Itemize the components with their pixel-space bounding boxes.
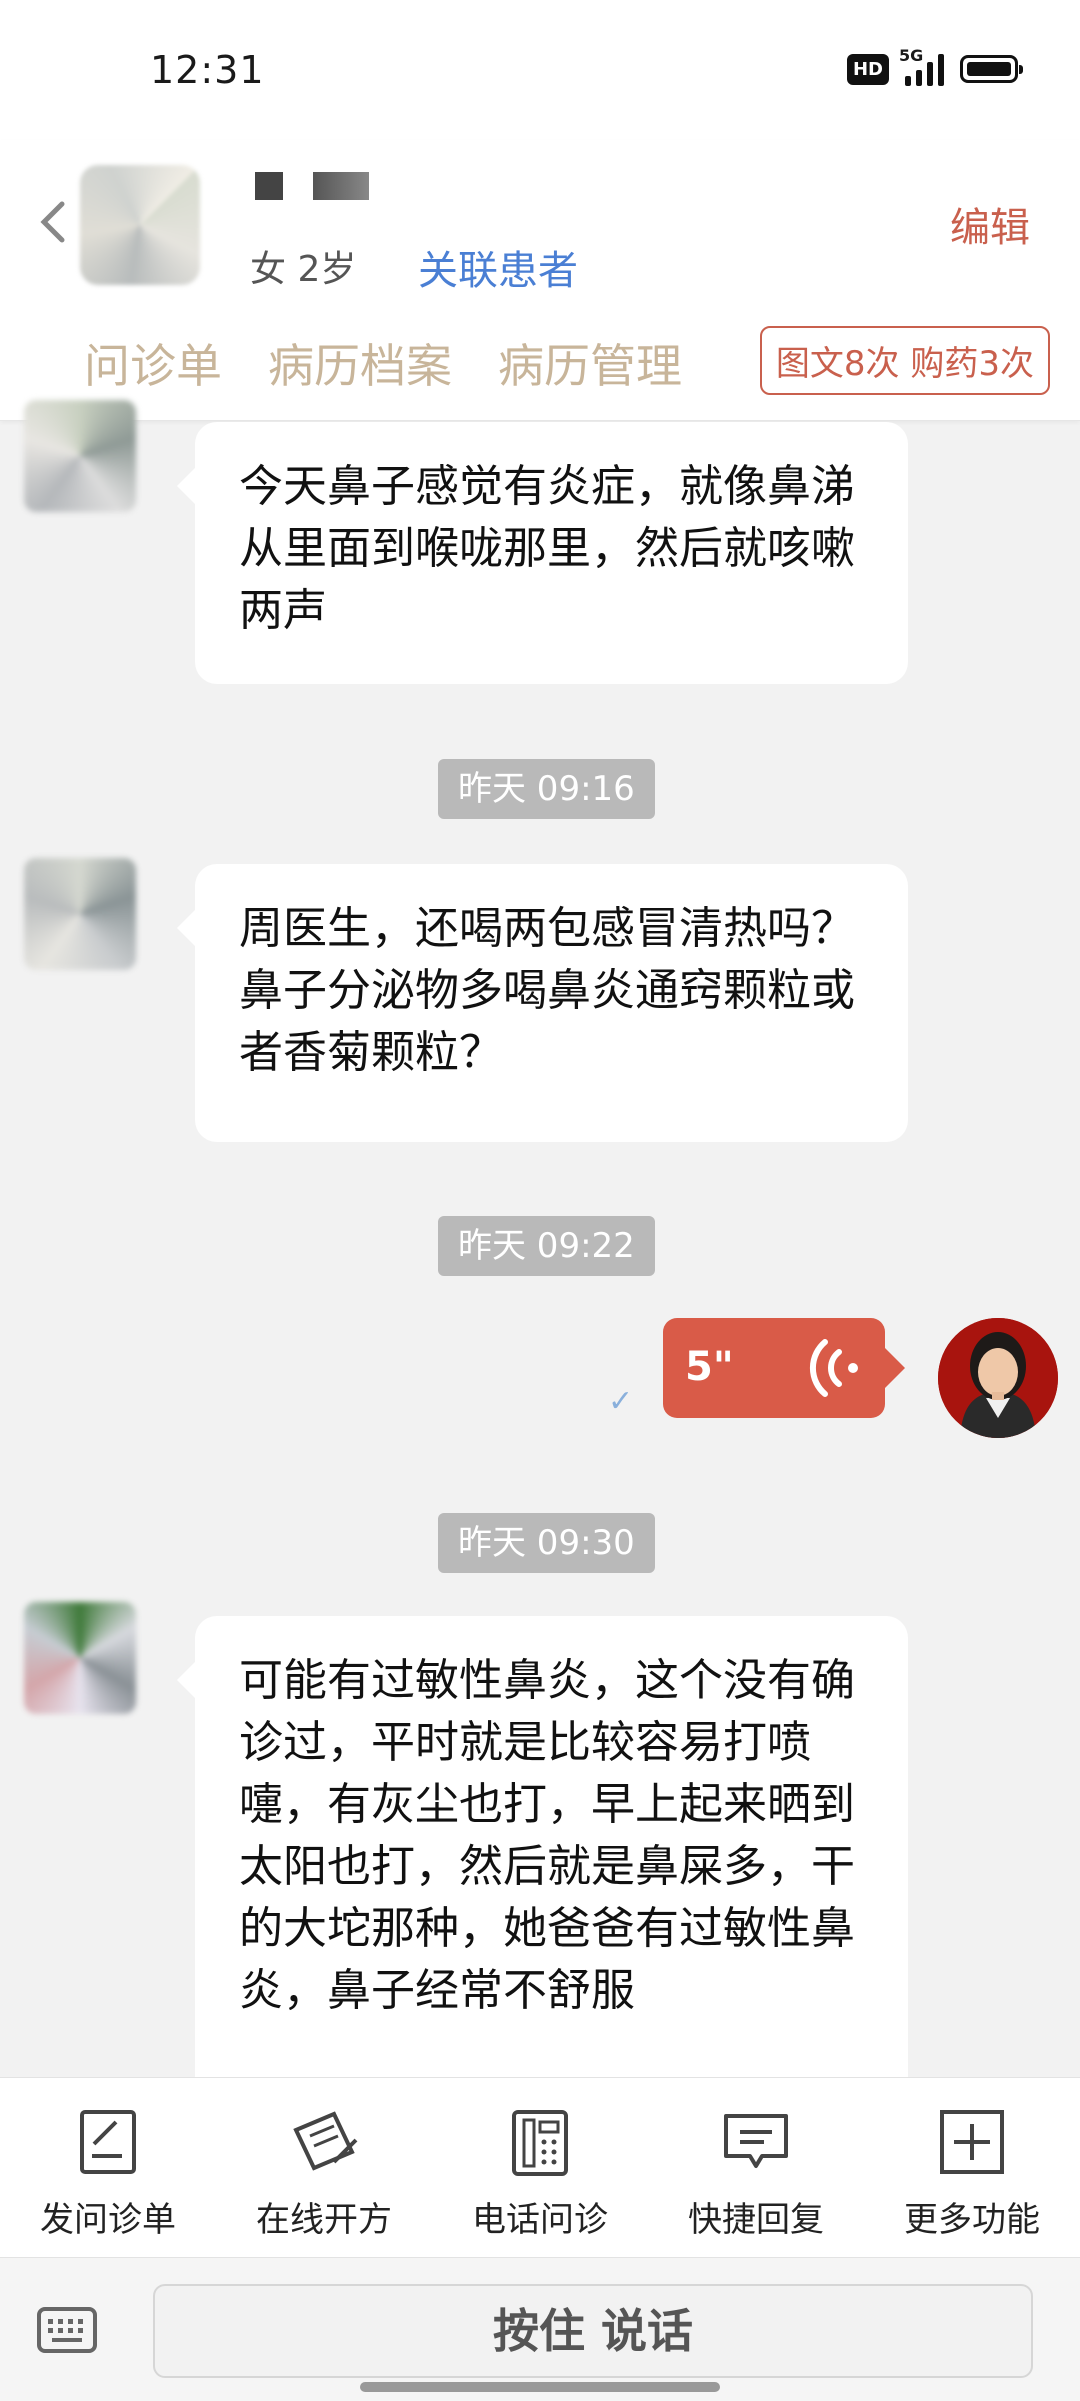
prescription-icon — [293, 2111, 358, 2171]
tab-medical-records[interactable]: 病历档案 — [268, 330, 452, 396]
message-bubble: 周医生，还喝两包感冒清热吗？鼻子分泌物多喝鼻炎通窍颗粒或者香菊颗粒？ — [177, 864, 908, 1142]
status-icons: HD 5G — [846, 46, 1023, 86]
phone-icon — [512, 2110, 568, 2176]
more-functions-label: 更多功能 — [904, 2200, 1040, 2240]
keyboard-icon[interactable] — [36, 2306, 98, 2354]
edit-button[interactable]: 编辑 — [950, 195, 1030, 253]
header-tabs: 问诊单 病历档案 病历管理 — [84, 330, 682, 396]
message-text: 可能有过敏性鼻炎，这个没有确诊过，平时就是比较容易打喷嚏，有灰尘也打，早上起来晒… — [239, 1655, 855, 2016]
patient-message-avatar[interactable] — [24, 858, 136, 970]
quick-reply-label: 快捷回复 — [688, 2200, 824, 2240]
doctor-avatar[interactable] — [938, 1318, 1058, 1438]
tab-record-management[interactable]: 病历管理 — [498, 330, 682, 396]
patient-message-avatar[interactable] — [24, 400, 136, 512]
message-text: 周医生，还喝两包感冒清热吗？鼻子分泌物多喝鼻炎通窍颗粒或者香菊颗粒？ — [239, 903, 855, 1078]
online-prescription-label: 在线开方 — [256, 2200, 392, 2240]
status-bar: 12:31 HD 5G — [0, 0, 1080, 140]
form-icon — [80, 2110, 136, 2174]
message-text: 今天鼻子感觉有炎症，就像鼻涕从里面到喉咙那里，然后就咳嗽两声 — [239, 461, 855, 636]
timestamp: 昨天 09:30 — [438, 1513, 655, 1573]
patient-avatar[interactable] — [80, 165, 200, 285]
link-patient-link[interactable]: 关联患者 — [418, 238, 578, 296]
tab-consult-form[interactable]: 问诊单 — [84, 330, 222, 396]
phone-consult-label: 电话问诊 — [472, 2200, 608, 2240]
online-prescription-button[interactable]: 在线开方 — [216, 2106, 432, 2241]
message-bubble: 可能有过敏性鼻炎，这个没有确诊过，平时就是比较容易打喷嚏，有灰尘也打，早上起来晒… — [177, 1616, 908, 2077]
back-icon[interactable] — [34, 198, 70, 246]
message-bubble: 今天鼻子感觉有炎症，就像鼻涕从里面到喉咙那里，然后就咳嗽两声 — [177, 422, 908, 684]
patient-message-avatar[interactable] — [24, 1602, 136, 1714]
voice-duration: 5" — [685, 1344, 734, 1390]
send-form-button[interactable]: 发问诊单 — [0, 2106, 216, 2241]
status-time: 12:31 — [150, 48, 265, 92]
timestamp: 昨天 09:16 — [438, 759, 655, 819]
home-indicator[interactable] — [360, 2382, 720, 2392]
patient-name-redacted — [255, 172, 369, 200]
send-form-label: 发问诊单 — [40, 2200, 176, 2240]
input-bar: 按住 说话 — [0, 2257, 1080, 2401]
quick-reply-icon — [724, 2114, 788, 2168]
read-check-icon: ✓ — [608, 1384, 634, 1419]
battery-icon — [960, 55, 1023, 83]
signal-icon: 5G — [899, 46, 944, 86]
phone-consult-button[interactable]: 电话问诊 — [432, 2106, 648, 2241]
chat-header: 女 2岁 关联患者 编辑 问诊单 病历档案 病历管理 图文8次 购药3次 — [0, 140, 1080, 421]
more-functions-button[interactable]: 更多功能 — [864, 2106, 1080, 2241]
quick-reply-button[interactable]: 快捷回复 — [648, 2106, 864, 2241]
chat-toolbar: 发问诊单 在线开方 电话问诊 快捷回复 更多功能 — [0, 2077, 1080, 2258]
hold-to-talk-button[interactable]: 按住 说话 — [153, 2284, 1033, 2378]
network-label: 5G — [899, 46, 924, 65]
voice-message[interactable]: 5" — [663, 1318, 905, 1418]
plus-icon — [940, 2110, 1004, 2174]
timestamp: 昨天 09:22 — [438, 1216, 655, 1276]
service-count-badge[interactable]: 图文8次 购药3次 — [759, 326, 1050, 395]
hd-icon: HD — [846, 53, 889, 85]
voice-wave-icon — [809, 1339, 858, 1397]
patient-info: 女 2岁 — [250, 249, 357, 290]
